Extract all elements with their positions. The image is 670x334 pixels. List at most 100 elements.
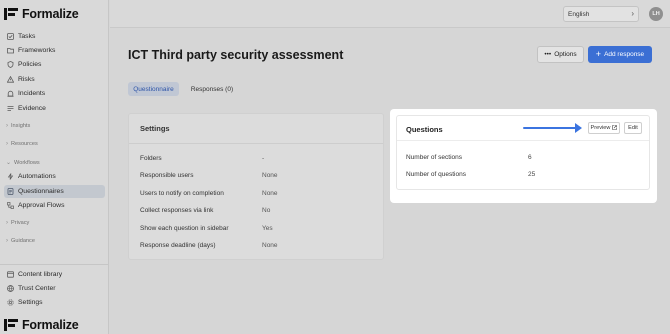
preview-button[interactable]: Preview [588, 122, 620, 134]
options-button[interactable]: ••• Options [537, 46, 584, 63]
setting-key: Users to notify on completion [140, 190, 224, 197]
sidebar-item-approval-flows[interactable]: Approval Flows [4, 199, 105, 212]
setting-value: None [262, 172, 278, 179]
sidebar-group-resources[interactable]: › Resources [6, 141, 38, 147]
add-response-button[interactable]: + Add response [588, 46, 652, 63]
pointer-arrow-head-icon [575, 123, 582, 133]
sidebar-item-trust-center[interactable]: Trust Center [4, 282, 105, 295]
sidebar-item-risks[interactable]: Risks [4, 73, 105, 86]
brand-name: Formalize [22, 7, 79, 21]
sidebar-item-questionnaires[interactable]: Questionnaires [4, 185, 105, 198]
setting-value: None [262, 242, 278, 249]
more-dots-icon: ••• [544, 51, 552, 58]
chevron-right-icon: › [6, 123, 8, 129]
question-stat-value: 6 [528, 154, 532, 161]
sidebar-group-label: Privacy [11, 220, 30, 226]
bolt-icon [7, 173, 14, 180]
plus-icon: + [595, 49, 602, 59]
setting-value: - [262, 155, 265, 162]
sidebar-item-policies[interactable]: Policies [4, 58, 105, 71]
setting-key: Responsible users [140, 172, 194, 179]
sidebar-group-insights[interactable]: › Insights [6, 123, 30, 129]
settings-row-collect-via-link: Collect responses via link No [140, 207, 270, 214]
flow-icon [7, 202, 14, 209]
tab-questionnaire[interactable]: Questionnaire [128, 82, 179, 96]
brand-logo-footer[interactable]: Formalize [4, 318, 79, 332]
sidebar-item-automations[interactable]: Automations [4, 170, 105, 183]
list-icon [7, 105, 14, 112]
sidebar: Formalize Tasks Frameworks Policies Risk… [0, 0, 109, 334]
setting-key: Collect responses via link [140, 207, 214, 214]
avatar[interactable]: LH [649, 7, 663, 21]
sidebar-group-privacy[interactable]: › Privacy [6, 220, 29, 226]
language-select[interactable]: English › [563, 6, 639, 22]
edit-button[interactable]: Edit [624, 122, 642, 134]
sidebar-item-label: Frameworks [18, 47, 56, 54]
sidebar-item-label: Approval Flows [18, 202, 65, 209]
sidebar-item-label: Tasks [18, 33, 36, 40]
language-value: English [568, 10, 590, 18]
document-icon [7, 188, 14, 195]
page-title: ICT Third party security assessment [128, 48, 344, 62]
settings-card-title: Settings [129, 114, 383, 144]
globe-icon [7, 285, 14, 292]
sidebar-item-label: Questionnaires [18, 188, 64, 195]
sidebar-item-label: Content library [18, 271, 63, 278]
siren-icon [7, 90, 14, 97]
preview-label: Preview [590, 125, 611, 131]
sidebar-group-workflows[interactable]: ⌄ Workflows [6, 159, 40, 167]
sidebar-item-tasks[interactable]: Tasks [4, 30, 105, 43]
sidebar-group-label: Workflows [14, 159, 40, 166]
question-stat-key: Number of sections [406, 154, 462, 161]
chevron-right-icon: › [6, 220, 8, 226]
settings-row-folders: Folders - [140, 155, 264, 162]
external-link-icon [612, 124, 618, 132]
settings-row-response-deadline: Response deadline (days) None [140, 242, 278, 249]
warning-icon [7, 76, 14, 83]
settings-row-notify-users: Users to notify on completion None [140, 190, 278, 197]
brand-name: Formalize [22, 318, 79, 332]
sidebar-divider [0, 264, 109, 265]
sidebar-item-evidence[interactable]: Evidence [4, 102, 105, 115]
sidebar-item-label: Settings [18, 299, 43, 306]
setting-value: None [262, 190, 278, 197]
checklist-icon [7, 33, 14, 40]
gear-icon [7, 299, 14, 306]
setting-value: Yes [262, 225, 273, 232]
app-page: Formalize Tasks Frameworks Policies Risk… [0, 0, 670, 334]
questions-row-sections: Number of sections 6 [406, 154, 532, 161]
setting-value: No [262, 207, 271, 214]
sidebar-item-frameworks[interactable]: Frameworks [4, 44, 105, 57]
sidebar-item-label: Trust Center [18, 285, 56, 292]
brand-logo[interactable]: Formalize [4, 7, 79, 21]
chevron-right-icon: › [6, 238, 8, 244]
pointer-arrow-icon [523, 127, 578, 129]
sidebar-item-label: Incidents [18, 90, 46, 97]
setting-key: Show each question in sidebar [140, 225, 229, 232]
sidebar-item-label: Automations [18, 173, 56, 180]
sidebar-group-label: Guidance [11, 238, 35, 244]
sidebar-group-guidance[interactable]: › Guidance [6, 238, 35, 244]
sidebar-group-label: Resources [11, 141, 38, 147]
sidebar-item-label: Evidence [18, 105, 46, 112]
chevron-down-icon: ⌄ [6, 160, 12, 166]
tab-responses[interactable]: Responses (0) [186, 82, 238, 96]
settings-row-responsible-users: Responsible users None [140, 172, 278, 179]
questions-card: Questions Preview Edit Number of section… [396, 115, 650, 190]
question-stat-value: 25 [528, 171, 536, 178]
questions-card-title: Questions [406, 125, 443, 134]
add-response-label: Add response [604, 51, 645, 58]
chevron-right-icon: › [631, 9, 634, 18]
sidebar-item-settings[interactable]: Settings [4, 296, 105, 309]
setting-key: Response deadline (days) [140, 242, 216, 249]
question-stat-key: Number of questions [406, 171, 466, 178]
formalize-logo-icon [4, 8, 18, 20]
folder-icon [7, 47, 14, 54]
sidebar-item-content-library[interactable]: Content library [4, 268, 105, 281]
chevron-right-icon: › [6, 141, 8, 147]
options-label: Options [554, 51, 577, 58]
formalize-logo-icon [4, 319, 18, 331]
settings-card: Settings Folders - Responsible users Non… [128, 113, 384, 260]
sidebar-group-label: Insights [11, 123, 31, 129]
sidebar-item-incidents[interactable]: Incidents [4, 87, 105, 100]
